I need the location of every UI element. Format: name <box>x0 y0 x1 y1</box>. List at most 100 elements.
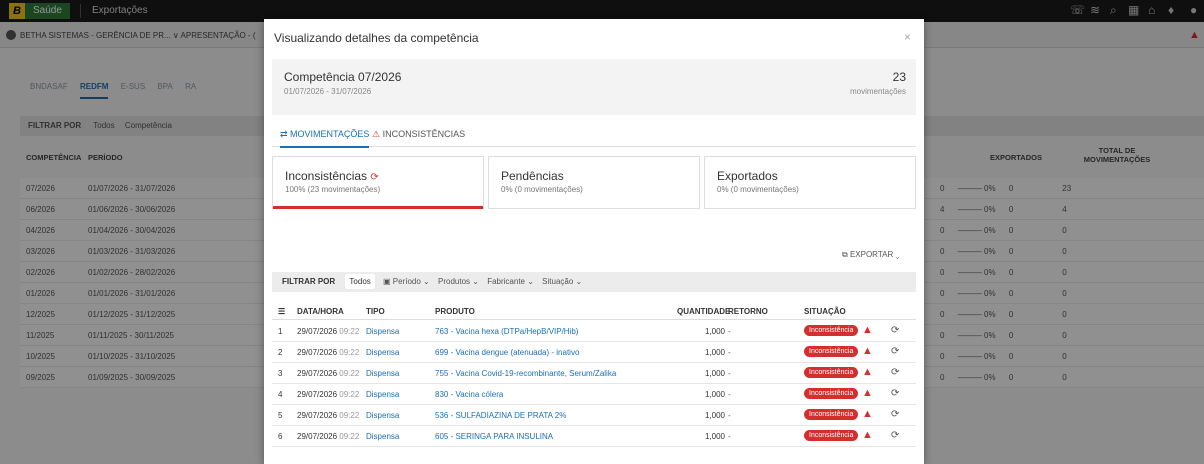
card-title: Inconsistências ⟳ <box>285 169 379 183</box>
cell-quantidade: 1,000 <box>704 327 725 336</box>
table-row[interactable]: 1 29/07/2026 09:22 Dispensa 763 - Vacina… <box>272 321 916 342</box>
list-icon[interactable]: ☰ <box>278 307 285 316</box>
cell-retorno: - <box>728 327 731 336</box>
header-situacao: SITUAÇÃO <box>804 307 846 316</box>
cell-datahora: 29/07/2026 09:22 <box>297 348 360 357</box>
warning-icon[interactable]: ▲ <box>862 345 873 357</box>
cell-index: 1 <box>278 327 283 336</box>
filter-produtos[interactable]: Produtos ⌄ <box>438 277 479 286</box>
cell-index: 5 <box>278 411 283 420</box>
status-badge: Inconsistência <box>804 388 859 399</box>
sync-icon[interactable]: ⟳ <box>891 325 899 336</box>
status-badge: Inconsistência <box>804 409 859 420</box>
warning-icon[interactable]: ▲ <box>862 387 873 399</box>
cell-produto[interactable]: 763 - Vacina hexa (DTPa/HepB/VIP/Hib) <box>435 327 578 336</box>
header-retorno: RETORNO <box>728 307 768 316</box>
cell-index: 4 <box>278 390 283 399</box>
cell-quantidade: 1,000 <box>704 369 725 378</box>
sync-icon[interactable]: ⟳ <box>891 367 899 378</box>
filter-periodo[interactable]: ▣ Período ⌄ <box>383 277 430 286</box>
cell-tipo[interactable]: Dispensa <box>366 390 399 399</box>
header-produto: PRODUTO <box>435 307 475 316</box>
tab-label: INCONSISTÊNCIAS <box>382 129 466 139</box>
filter-situacao[interactable]: Situação ⌄ <box>542 277 582 286</box>
cell-datahora: 29/07/2026 09:22 <box>297 327 360 336</box>
cell-tipo[interactable]: Dispensa <box>366 411 399 420</box>
card-subtitle: 0% (0 movimentações) <box>501 185 583 194</box>
modal-filter-bar: FILTRAR POR Todos ▣ Período ⌄ Produtos ⌄… <box>272 272 916 292</box>
cell-retorno: - <box>728 348 731 357</box>
cell-index: 2 <box>278 348 283 357</box>
tab-movimentacoes[interactable]: ⇄ MOVIMENTAÇÕES <box>280 129 370 148</box>
warning-icon: ⚠ <box>372 129 381 139</box>
warning-icon[interactable]: ▲ <box>862 429 873 441</box>
cell-index: 6 <box>278 432 283 441</box>
header-tipo: TIPO <box>366 307 385 316</box>
card-subtitle: 0% (0 movimentações) <box>717 185 799 194</box>
export-button[interactable]: ⧉ EXPORTAR ⌄ <box>842 250 899 260</box>
cell-tipo[interactable]: Dispensa <box>366 432 399 441</box>
filter-label: FILTRAR POR <box>282 277 336 286</box>
table-row[interactable]: 6 29/07/2026 09:22 Dispensa 605 - SERING… <box>272 426 916 447</box>
modal-tabs: ⇄ MOVIMENTAÇÕES ⚠ INCONSISTÊNCIAS <box>272 123 916 148</box>
card-title: Pendências <box>501 169 564 183</box>
warning-icon[interactable]: ▲ <box>862 408 873 420</box>
cell-datahora: 29/07/2026 09:22 <box>297 369 360 378</box>
competencia-title: Competência 07/2026 <box>284 70 402 84</box>
cell-produto[interactable]: 536 - SULFADIAZINA DE PRATA 2% <box>435 411 566 420</box>
cell-produto[interactable]: 605 - SERINGA PARA INSULINA <box>435 432 553 441</box>
cell-datahora: 29/07/2026 09:22 <box>297 411 360 420</box>
status-badge: Inconsistência <box>804 430 859 441</box>
close-icon[interactable]: × <box>904 30 911 44</box>
cell-retorno: - <box>728 369 731 378</box>
sync-icon[interactable]: ⟳ <box>891 430 899 441</box>
card-pendencias[interactable]: Pendências 0% (0 movimentações) <box>488 156 700 209</box>
card-subtitle: 100% (23 movimentações) <box>285 185 381 194</box>
competencia-summary: Competência 07/2026 01/07/2026 - 31/07/2… <box>272 59 916 115</box>
table-row[interactable]: 4 29/07/2026 09:22 Dispensa 830 - Vacina… <box>272 384 916 405</box>
sync-icon[interactable]: ⟳ <box>891 388 899 399</box>
cell-quantidade: 1,000 <box>704 411 725 420</box>
cell-datahora: 29/07/2026 09:22 <box>297 390 360 399</box>
card-inconsistencias[interactable]: Inconsistências ⟳ 100% (23 movimentações… <box>272 156 484 209</box>
progress-bar <box>273 206 483 209</box>
movimentacoes-label: movimentações <box>849 87 906 96</box>
cell-produto[interactable]: 699 - Vacina dengue (atenuada) - inativo <box>435 348 579 357</box>
cell-datahora: 29/07/2026 09:22 <box>297 432 360 441</box>
tab-inconsistencias[interactable]: ⚠ INCONSISTÊNCIAS <box>372 129 465 140</box>
cell-tipo[interactable]: Dispensa <box>366 327 399 336</box>
cell-tipo[interactable]: Dispensa <box>366 369 399 378</box>
competencia-details-modal: Visualizando detalhes da competência × C… <box>264 19 924 464</box>
card-title: Exportados <box>717 169 778 183</box>
card-exportados[interactable]: Exportados 0% (0 movimentações) <box>704 156 916 209</box>
table-row[interactable]: 3 29/07/2026 09:22 Dispensa 755 - Vacina… <box>272 363 916 384</box>
status-badge: Inconsistência <box>804 346 859 357</box>
cell-tipo[interactable]: Dispensa <box>366 348 399 357</box>
cell-quantidade: 1,000 <box>704 348 725 357</box>
sync-icon[interactable]: ⟳ <box>891 346 899 357</box>
cell-retorno: - <box>728 432 731 441</box>
warning-icon[interactable]: ▲ <box>862 366 873 378</box>
filter-fabricante[interactable]: Fabricante ⌄ <box>487 277 534 286</box>
header-quantidade: QUANTIDADE <box>677 307 731 316</box>
filter-todos[interactable]: Todos <box>345 274 375 289</box>
warning-icon[interactable]: ▲ <box>862 324 873 336</box>
cell-retorno: - <box>728 390 731 399</box>
table-row[interactable]: 5 29/07/2026 09:22 Dispensa 536 - SULFAD… <box>272 405 916 426</box>
header-datahora: DATA/HORA <box>297 307 344 316</box>
modal-title: Visualizando detalhes da competência <box>274 31 479 45</box>
refresh-icon: ⟳ <box>370 172 379 183</box>
status-badge: Inconsistência <box>804 325 859 336</box>
export-icon: ⧉ <box>842 250 848 259</box>
table-row[interactable]: 2 29/07/2026 09:22 Dispensa 699 - Vacina… <box>272 342 916 363</box>
status-badge: Inconsistência <box>804 367 859 378</box>
cell-produto[interactable]: 830 - Vacina cólera <box>435 390 503 399</box>
cell-produto[interactable]: 755 - Vacina Covid-19-recombinante, Seru… <box>435 369 616 378</box>
chevron-down-icon: ⌄ <box>895 250 900 259</box>
competencia-periodo: 01/07/2026 - 31/07/2026 <box>284 87 372 96</box>
movimentacoes-count: 23 <box>892 70 906 84</box>
cell-index: 3 <box>278 369 283 378</box>
cell-quantidade: 1,000 <box>704 432 725 441</box>
cell-quantidade: 1,000 <box>704 390 725 399</box>
sync-icon[interactable]: ⟳ <box>891 409 899 420</box>
